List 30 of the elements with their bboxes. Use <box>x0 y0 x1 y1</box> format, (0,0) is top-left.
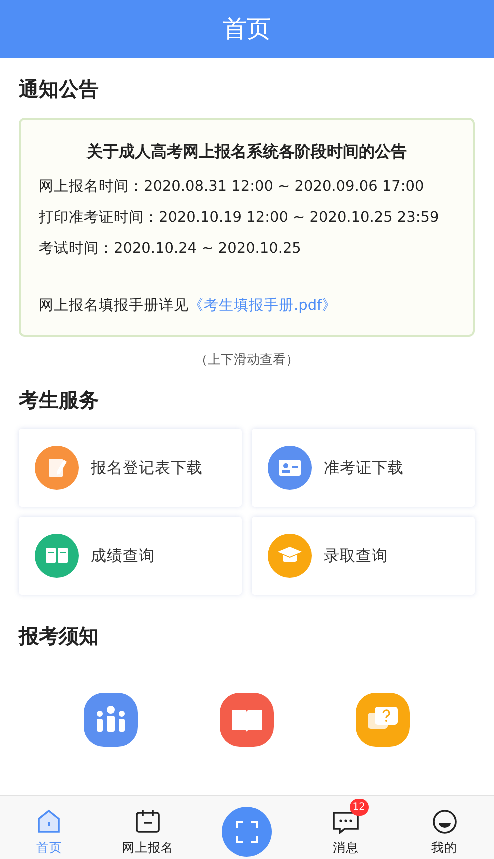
section-title: 通知公告 <box>19 76 100 103</box>
service-label: 成绩查询 <box>91 546 155 566</box>
unread-badge: 12 <box>350 798 369 816</box>
service-label: 报名登记表下载 <box>91 458 203 478</box>
service-tile[interactable]: 录取查询 <box>252 517 475 595</box>
notice-title: 关于成人高考网上报名系统各阶段时间的公告 <box>86 142 408 163</box>
page-title: 首页 <box>223 14 271 45</box>
form-icon <box>35 446 79 490</box>
service-tile[interactable]: 准考证下载 <box>252 429 475 507</box>
tab-item[interactable]: 我的 <box>395 798 494 856</box>
section-title: 报考须知 <box>19 623 100 650</box>
people-icon[interactable] <box>84 693 138 747</box>
tab-item[interactable]: 网上报名 <box>98 798 198 856</box>
book-icon <box>35 534 79 578</box>
scan-button[interactable] <box>220 806 273 858</box>
book-icon[interactable] <box>220 693 274 747</box>
question-icon[interactable] <box>356 693 410 747</box>
notice-line: 考试时间：2020.10.24 ~ 2020.10.25 <box>39 240 302 258</box>
service-label: 准考证下载 <box>324 458 404 478</box>
tab-item[interactable]: 12 消息 <box>296 798 396 856</box>
service-tile[interactable]: 成绩查询 <box>19 517 242 595</box>
section-title: 考生服务 <box>19 387 100 414</box>
card-icon <box>268 446 312 490</box>
scroll-hint: （上下滑动查看） <box>194 352 300 369</box>
notice-line: 打印准考证时间：2020.10.19 12:00 ~ 2020.10.25 23:59 <box>39 209 440 227</box>
notice-line: 网上报名时间：2020.08.31 12:00 ~ 2020.09.06 17:00 <box>39 178 426 196</box>
service-tile[interactable]: 报名登记表下载 <box>19 429 242 507</box>
service-label: 录取查询 <box>324 546 388 566</box>
cap-icon <box>268 534 312 578</box>
manual-text: 网上报名填报手册详见《考生填报手册.pdf》 <box>39 296 338 315</box>
